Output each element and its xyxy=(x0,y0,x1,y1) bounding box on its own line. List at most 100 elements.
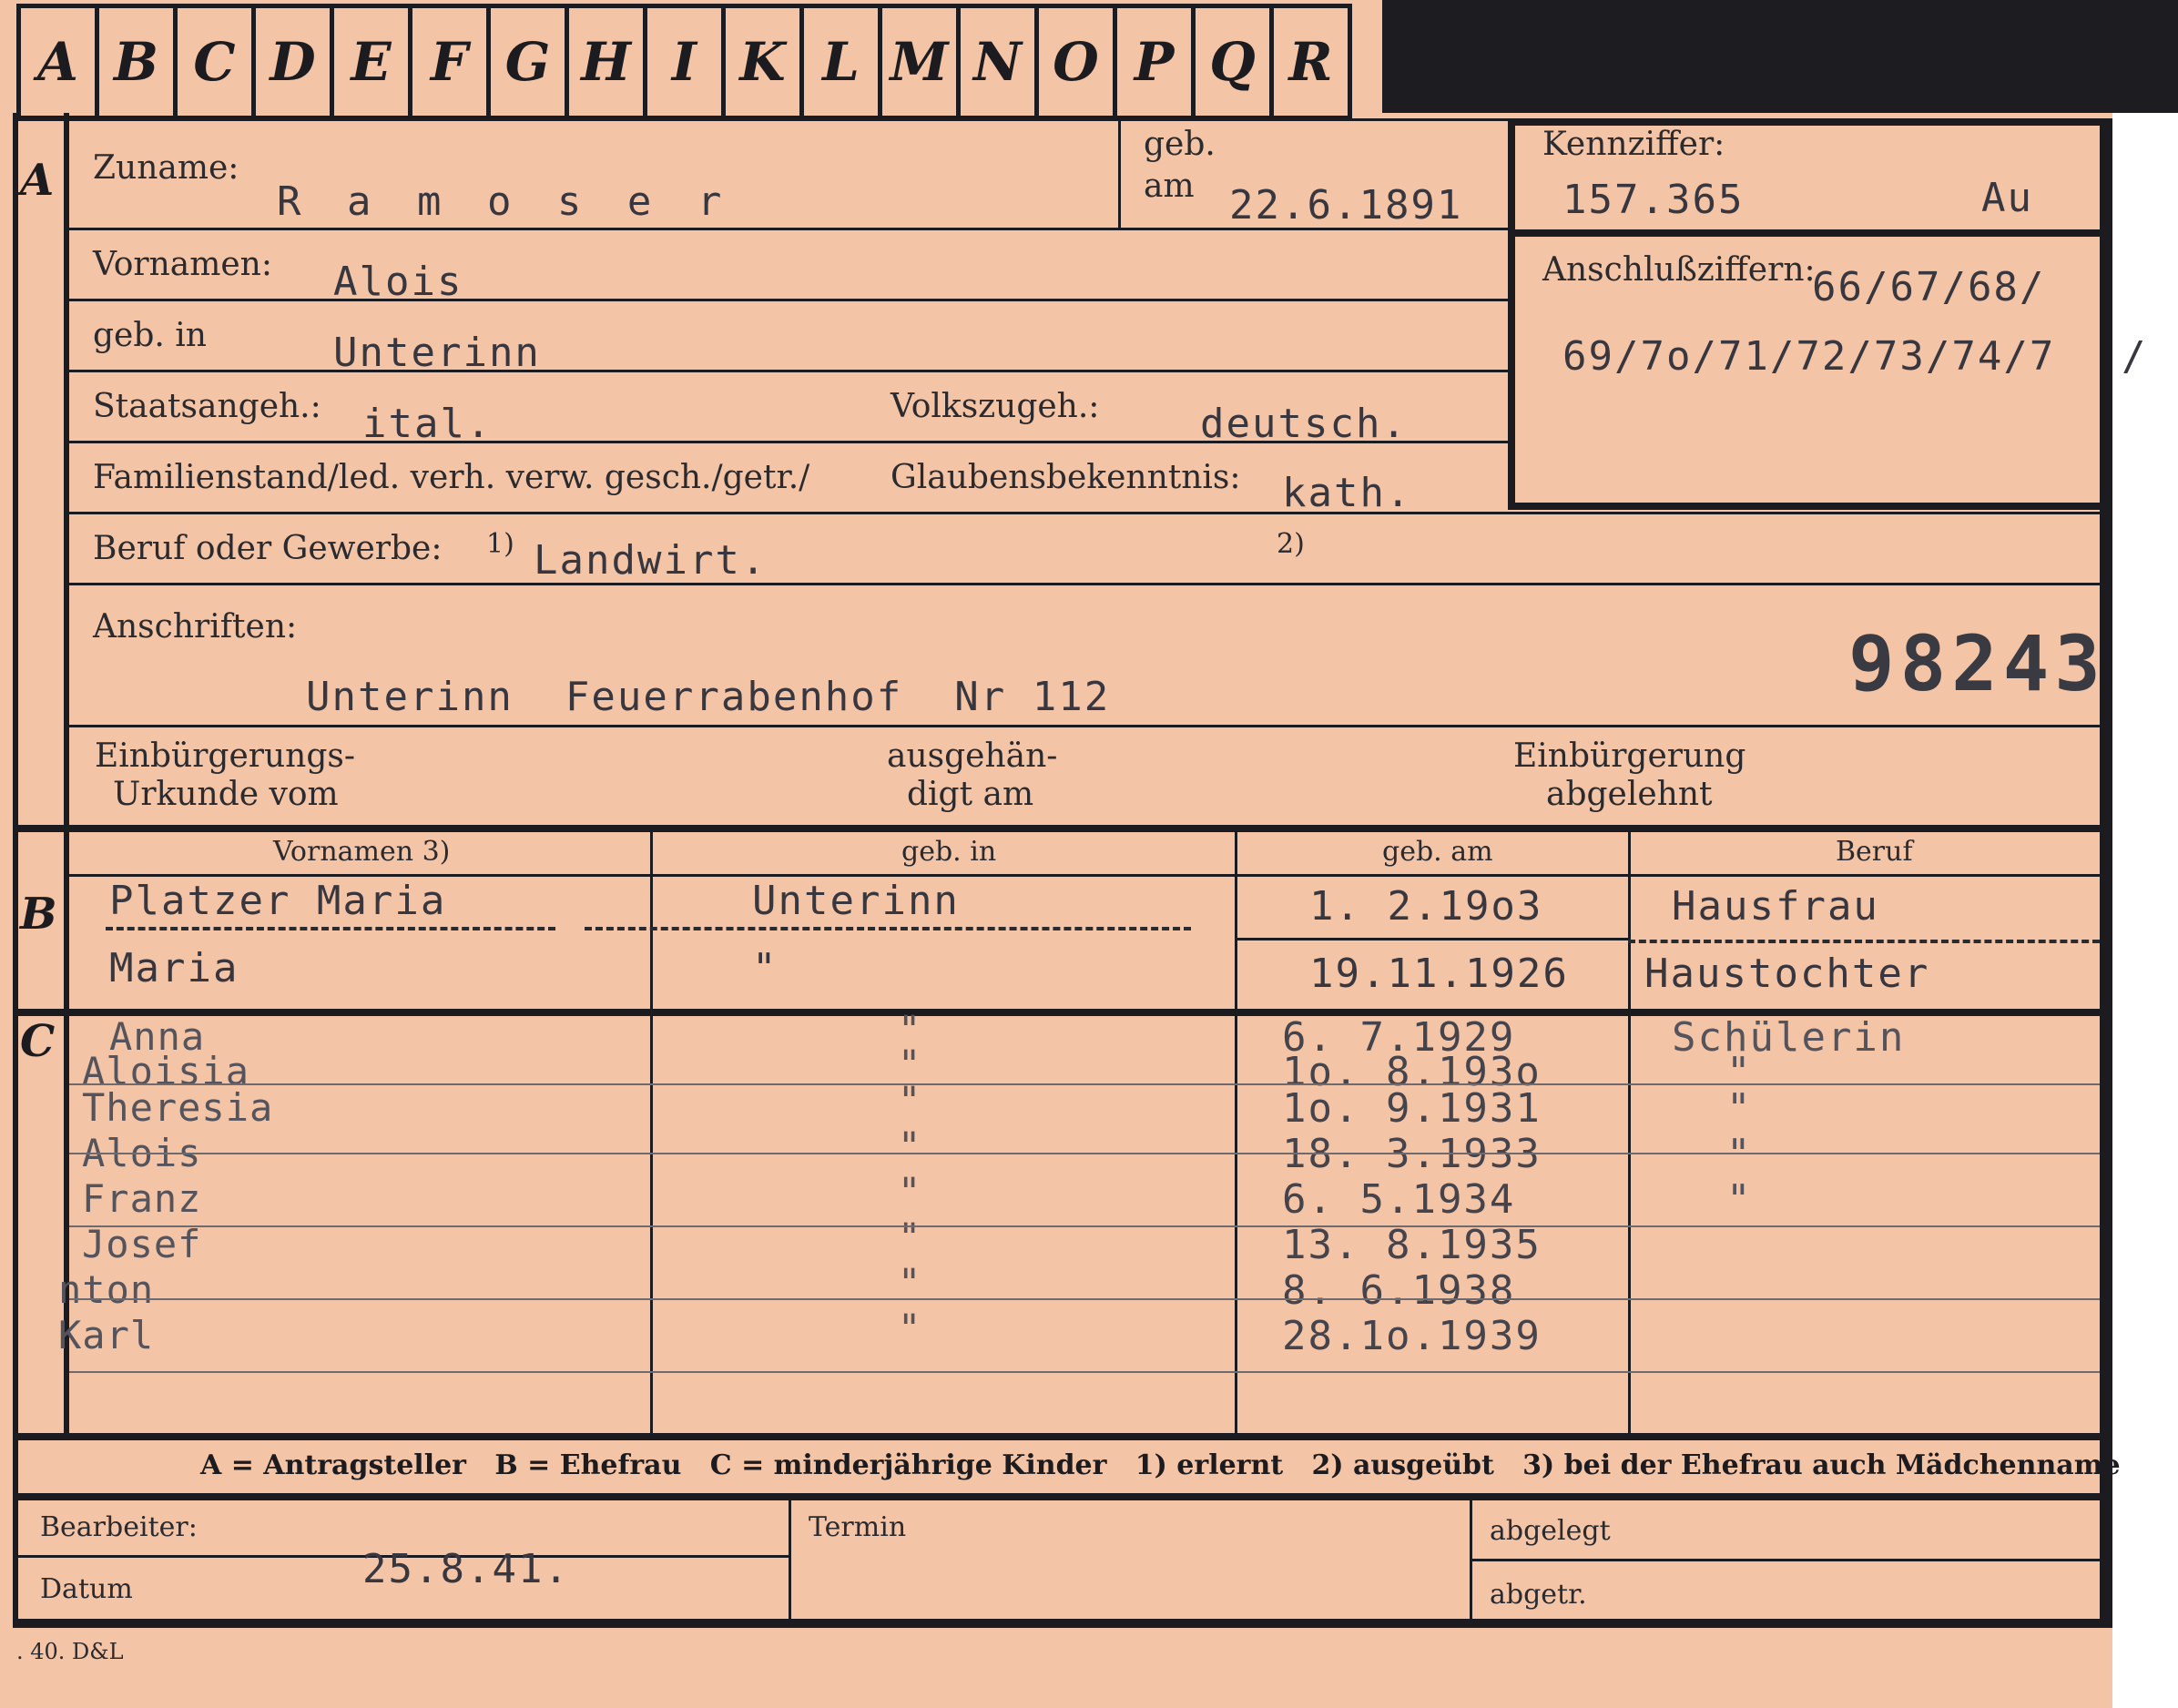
section-divider xyxy=(13,1433,2100,1440)
appointment-label: Termin xyxy=(809,1511,907,1543)
letter-tab: N xyxy=(956,8,1034,116)
kennziffer-box-border xyxy=(1508,229,2100,237)
rule xyxy=(69,370,1508,372)
naturalization-doc-label-1: Einbürgerungs- xyxy=(95,737,356,775)
religion-label: Glaubensbekenntnis: xyxy=(891,459,1241,496)
child-occupation: Schülerin xyxy=(1672,1014,1906,1061)
frame-bottom xyxy=(13,1619,2112,1628)
filed-label: abgelegt xyxy=(1490,1515,1611,1547)
column-rule xyxy=(1628,832,1631,1433)
spouse-occupation: Haustochter xyxy=(1644,951,1930,997)
table-header-firstname: Vornamen 3) xyxy=(273,836,451,868)
rule xyxy=(1235,938,1628,940)
processor-label: Bearbeiter: xyxy=(40,1511,198,1543)
letter-tab: M xyxy=(878,8,956,116)
kennziffer-box-border xyxy=(1508,503,2100,510)
stamped-number: 98243 xyxy=(1848,619,2106,708)
letter-tabs: ABCDEFGHIKLMNOPQR xyxy=(16,4,1352,121)
rule xyxy=(69,874,2100,877)
rule xyxy=(69,118,1508,121)
letter-tab: B xyxy=(95,8,173,116)
zuname-value: R a m o s e r xyxy=(277,178,733,225)
birthplace-label: geb. in xyxy=(93,317,207,354)
vornamen-label: Vornamen: xyxy=(93,246,272,283)
letter-tab: I xyxy=(643,8,721,116)
occupation-note2: 2) xyxy=(1277,528,1305,560)
kennziffer-suffix: Au xyxy=(1981,175,2033,221)
rule xyxy=(69,299,1508,301)
section-divider xyxy=(13,1493,2100,1500)
frame-left xyxy=(13,113,18,1632)
anschluss-label: Anschlußziffern: xyxy=(1542,251,1816,289)
column-rule xyxy=(1235,832,1237,1433)
letter-tab: L xyxy=(799,8,878,116)
table-header-birthdate: geb. am xyxy=(1382,836,1493,868)
child-birthplace: " xyxy=(898,1169,922,1214)
ethnicity-label: Volkszugeh.: xyxy=(891,388,1100,425)
column-rule xyxy=(789,1497,791,1619)
frame-right xyxy=(2100,118,2112,1641)
row-rule xyxy=(69,1153,2100,1154)
spouse-name: Maria xyxy=(109,945,239,991)
child-name: Theresia xyxy=(82,1085,274,1130)
printer-mark: . 40. D&L xyxy=(16,1639,124,1664)
letter-tab: K xyxy=(721,8,799,116)
rule xyxy=(69,441,1508,443)
row-rule xyxy=(69,1225,2100,1227)
geb-label: geb. xyxy=(1144,126,1216,163)
handed-out-label-1: ausgehän- xyxy=(887,737,1058,775)
citizenship-label: Staatsangeh.: xyxy=(93,388,321,425)
separated-label: abgetr. xyxy=(1490,1579,1587,1611)
rule xyxy=(69,512,2100,514)
letter-tab: F xyxy=(408,8,486,116)
naturalization-rejected-label-1: Einbürgerung xyxy=(1513,737,1746,775)
child-birthplace: " xyxy=(898,1123,922,1168)
anschluss-tail: / xyxy=(2122,333,2148,380)
row-rule xyxy=(69,1298,2100,1300)
spouse-name: Platzer Maria xyxy=(109,878,447,924)
rule xyxy=(69,725,2100,727)
am-label: am xyxy=(1144,168,1195,205)
spouse-birthdate: 1. 2.19o3 xyxy=(1309,883,1543,930)
handed-out-label-2: digt am xyxy=(907,776,1034,813)
child-birthdate: 8. 6.1938 xyxy=(1282,1267,1516,1314)
dashed-underline xyxy=(1628,940,2100,943)
row-rule xyxy=(69,1083,2100,1085)
letter-tab: Q xyxy=(1191,8,1269,116)
child-name: Karl xyxy=(58,1313,155,1357)
date-value: 25.8.41. xyxy=(362,1546,570,1592)
index-card: ABCDEFGHIKLMNOPQR A Zuname: R a m o s e … xyxy=(0,0,2178,1708)
child-occupation: " xyxy=(1726,1176,1753,1223)
birth-date-value: 22.6.1891 xyxy=(1229,182,1463,229)
naturalization-doc-label-2: Urkunde vom xyxy=(113,776,339,813)
section-a-letter: A xyxy=(20,155,55,206)
column-rule xyxy=(1470,1497,1472,1619)
child-occupation: " xyxy=(1726,1085,1753,1132)
rule xyxy=(1118,118,1121,228)
child-birthplace: " xyxy=(898,1215,922,1259)
section-divider xyxy=(13,825,2100,832)
marital-status-label: Familienstand/led. verh. verw. gesch./ge… xyxy=(93,459,810,496)
column-rule xyxy=(650,832,653,1433)
child-birthdate: 6. 5.1934 xyxy=(1282,1176,1516,1223)
religion-value: kath. xyxy=(1282,470,1412,516)
letter-tab: D xyxy=(251,8,330,116)
row-rule xyxy=(69,1371,2100,1373)
letter-tab: O xyxy=(1034,8,1113,116)
child-birthplace: " xyxy=(898,1306,922,1350)
rule xyxy=(1470,1559,2100,1561)
child-birthdate: 28.1o.1939 xyxy=(1282,1313,1542,1359)
letter-tab: R xyxy=(1269,8,1352,116)
date-label: Datum xyxy=(40,1573,133,1605)
letter-tab: E xyxy=(330,8,408,116)
table-header-occupation: Beruf xyxy=(1836,836,1913,868)
anschluss-line2: 69/7o/71/72/73/74/7 xyxy=(1562,333,2056,380)
section-b-letter: B xyxy=(20,889,57,940)
spouse-birthplace: Unterinn xyxy=(752,878,960,924)
letter-tab: A xyxy=(16,8,95,116)
spouse-occupation: Hausfrau xyxy=(1672,883,1879,930)
letter-tab: C xyxy=(173,8,251,116)
child-birthdate: 13. 8.1935 xyxy=(1282,1222,1542,1268)
letter-tab: H xyxy=(565,8,643,116)
anschluss-line1: 66/67/68/ xyxy=(1812,264,2046,310)
